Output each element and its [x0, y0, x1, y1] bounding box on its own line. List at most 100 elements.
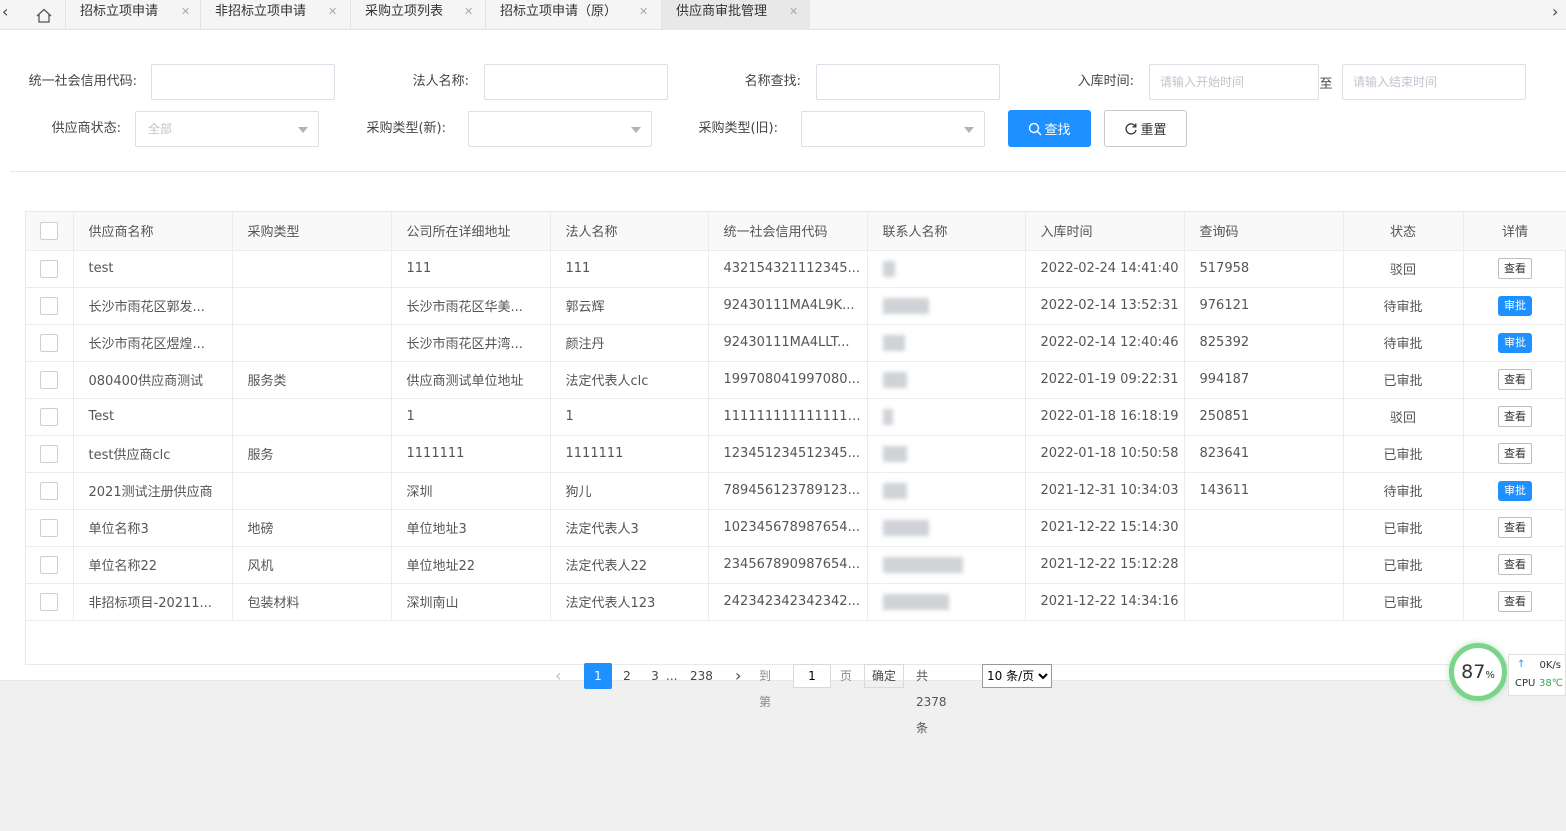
search-button-label: 查找: [1044, 123, 1071, 138]
page-1[interactable]: 1: [584, 663, 612, 689]
row-select-cell: [26, 583, 74, 621]
cell-legal: 1111111: [550, 435, 709, 473]
tab-scroll-left-icon[interactable]: ‹: [2, 2, 8, 21]
row-checkbox[interactable]: [40, 296, 59, 315]
cell-address: 深圳: [391, 472, 551, 510]
tab-bid-project-apply[interactable]: 招标立项申请 ✕: [65, 0, 200, 30]
page-3[interactable]: 3: [648, 663, 662, 689]
cell-address: 深圳南山: [391, 583, 551, 621]
cell-contact-redacted: [867, 324, 1026, 362]
cpu-percent: 87: [1461, 661, 1486, 683]
cell-name: 080400供应商测试: [73, 361, 233, 399]
close-icon[interactable]: ✕: [464, 0, 473, 24]
cell-legal: 法定代表人3: [550, 509, 709, 547]
view-button[interactable]: 查看: [1498, 258, 1532, 279]
col-header-credit-code: 统一社会信用代码: [708, 212, 868, 251]
tab-non-bid-project-apply[interactable]: 非招标立项申请 ✕: [200, 0, 350, 30]
home-tab[interactable]: [24, 0, 64, 30]
reset-button[interactable]: 重置: [1104, 110, 1187, 147]
supplier-table: 供应商名称 采购类型 公司所在详细地址 法人名称 统一社会信用代码 联系人名称 …: [25, 211, 1566, 665]
cell-status: 已审批: [1343, 546, 1464, 584]
row-checkbox[interactable]: [40, 518, 59, 537]
end-time-input[interactable]: [1342, 64, 1526, 100]
row-checkbox[interactable]: [40, 481, 59, 500]
credit-code-input[interactable]: [151, 64, 335, 100]
to-label: 至: [1319, 77, 1333, 92]
row-checkbox[interactable]: [40, 555, 59, 574]
legal-person-input[interactable]: [484, 64, 668, 100]
select-all-checkbox[interactable]: [40, 221, 59, 240]
cell-time: 2022-01-18 16:18:19: [1025, 398, 1185, 436]
cell-address: 111: [391, 250, 551, 288]
redacted-block: [882, 334, 905, 351]
cell-code: 242342342342342...: [708, 583, 868, 621]
tab-bid-project-apply-old[interactable]: 招标立项申请（原） ✕: [485, 0, 661, 30]
table-row: test 111 111 432154321112345... 2022-02-24 1…: [26, 250, 1566, 288]
purchase-type-old-select[interactable]: [801, 111, 985, 147]
row-checkbox[interactable]: [40, 333, 59, 352]
row-select-cell: [26, 287, 74, 325]
cell-code: 789456123789123...: [708, 472, 868, 510]
cell-status: 已审批: [1343, 435, 1464, 473]
prev-page-icon[interactable]: ‹: [555, 663, 561, 689]
cpu-usage-ring[interactable]: 87%: [1449, 643, 1507, 701]
cell-name: test: [73, 250, 233, 288]
cpu-temp: 38℃: [1539, 678, 1563, 689]
approve-button[interactable]: 审批: [1498, 332, 1532, 353]
cell-action: 查看: [1463, 398, 1566, 436]
purchase-type-new-select[interactable]: [468, 111, 652, 147]
supplier-status-select[interactable]: 全部: [135, 111, 319, 147]
close-icon[interactable]: ✕: [789, 0, 798, 24]
view-button[interactable]: 查看: [1498, 554, 1532, 575]
row-select-cell: [26, 509, 74, 547]
start-time-input[interactable]: [1149, 64, 1319, 100]
goto-confirm-button[interactable]: 确定: [864, 664, 904, 688]
row-checkbox[interactable]: [40, 444, 59, 463]
cell-status: 已审批: [1343, 361, 1464, 399]
goto-page-input[interactable]: [793, 664, 831, 688]
view-button[interactable]: 查看: [1498, 591, 1532, 612]
view-button[interactable]: 查看: [1498, 369, 1532, 390]
tab-purchase-project-list[interactable]: 采购立项列表 ✕: [350, 0, 485, 30]
close-icon[interactable]: ✕: [639, 0, 648, 24]
next-page-icon[interactable]: ›: [735, 663, 741, 689]
close-icon[interactable]: ✕: [181, 0, 190, 24]
cell-contact-redacted: [867, 546, 1026, 584]
cell-type: 包装材料: [232, 583, 392, 621]
tab-supplier-approval[interactable]: 供应商审批管理 ✕: [661, 0, 810, 30]
row-checkbox[interactable]: [40, 259, 59, 278]
approve-button[interactable]: 审批: [1498, 480, 1532, 501]
row-checkbox[interactable]: [40, 592, 59, 611]
divider: [10, 171, 1566, 172]
page-size-select[interactable]: 10 条/页: [982, 664, 1052, 688]
cell-query: 517958: [1184, 250, 1344, 288]
redacted-block: [882, 260, 895, 277]
row-checkbox[interactable]: [40, 370, 59, 389]
cell-code: 123451234512345...: [708, 435, 868, 473]
table-body: test 111 111 432154321112345... 2022-02-24 1…: [26, 250, 1566, 621]
close-icon[interactable]: ✕: [328, 0, 337, 24]
col-header-detail: 详情: [1463, 212, 1566, 251]
page-last[interactable]: 238: [690, 663, 713, 689]
view-button[interactable]: 查看: [1498, 406, 1532, 427]
cell-type: [232, 324, 392, 362]
view-button[interactable]: 查看: [1498, 517, 1532, 538]
page-2[interactable]: 2: [620, 663, 634, 689]
cell-legal: 111: [550, 250, 709, 288]
cell-address: 1: [391, 398, 551, 436]
tab-scroll-right-icon[interactable]: ›: [1552, 2, 1558, 21]
approve-button[interactable]: 审批: [1498, 295, 1532, 316]
row-checkbox[interactable]: [40, 407, 59, 426]
search-icon: [1029, 122, 1042, 135]
cell-time: 2021-12-22 14:34:16: [1025, 583, 1185, 621]
chevron-down-icon: [298, 127, 308, 133]
table-row: 080400供应商测试 服务类 供应商测试单位地址 法定代表人clc 199708041…: [26, 361, 1566, 399]
cell-contact-redacted: [867, 250, 1026, 288]
cell-query: 143611: [1184, 472, 1344, 510]
search-button[interactable]: 查找: [1008, 110, 1091, 147]
name-search-input[interactable]: [816, 64, 1000, 100]
tab-label: 招标立项申请: [80, 4, 159, 19]
cell-contact-redacted: [867, 435, 1026, 473]
view-button[interactable]: 查看: [1498, 443, 1532, 464]
cell-name: 2021测试注册供应商: [73, 472, 233, 510]
